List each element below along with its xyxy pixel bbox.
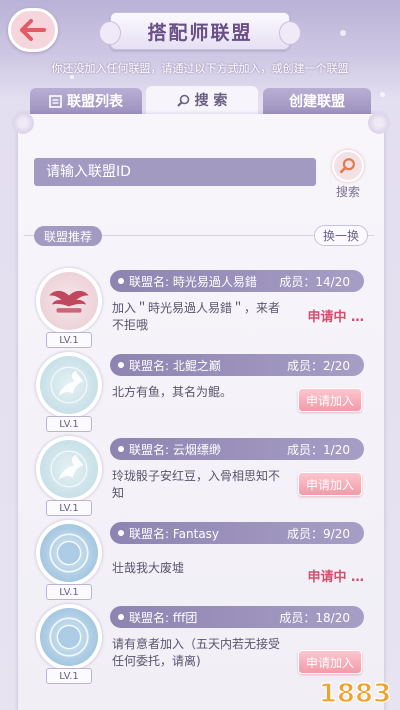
alliance-motto: 玲珑骰子安红豆，入骨相思知不知 (112, 469, 281, 500)
default-emblem-icon (49, 533, 89, 573)
phoenix-icon (50, 366, 88, 404)
alliance-motto: 北方有鱼，其名为鲲。 (112, 385, 233, 399)
rose-corner-decoration (368, 112, 390, 134)
member-count: 成员：18/20 (279, 610, 350, 625)
tab-alliance-list[interactable]: 联盟列表 (30, 88, 142, 114)
alliance-id-search-input[interactable] (34, 158, 316, 186)
member-count: 成员：9/20 (287, 526, 350, 541)
tab-create-alliance-label: 创建联盟 (289, 94, 345, 110)
level-badge: LV.1 (46, 584, 92, 600)
level-badge: LV.1 (46, 332, 92, 348)
alliance-card: LV.1 联盟名: 云烟缥缈 成员：1/20 玲珑骰子安红豆，入骨相思知不知 申… (26, 436, 376, 520)
alliance-name-bar: 联盟名: fff团 成员：18/20 (110, 606, 364, 628)
page-title: 搭配师联盟 (147, 21, 253, 44)
alliance-card: LV.1 联盟名: Fantasy 成员：9/20 壮哉我大废墟 申请中 … (26, 520, 376, 604)
join-notice: 你还没加入任何联盟，请通过以下方式加入，或创建一个联盟 (51, 62, 349, 75)
title-banner: 搭配师联盟 (99, 12, 301, 50)
search-button[interactable]: 搜索 (326, 150, 370, 208)
alliance-name-bar: 联盟名: 時光易過人易錯 成员：14/20 (110, 270, 364, 292)
rose-corner-decoration (12, 112, 34, 134)
apply-join-button[interactable]: 申请加入 (298, 650, 362, 674)
apply-join-button[interactable]: 申请加入 (298, 472, 362, 496)
list-icon (49, 94, 62, 108)
member-count: 成员：2/20 (287, 358, 350, 373)
default-emblem-icon (49, 617, 89, 657)
site-watermark-logo: 1883 (318, 678, 392, 709)
bullet-icon (118, 614, 124, 620)
tab-create-alliance[interactable]: 创建联盟 (263, 88, 371, 114)
search-icon (339, 158, 355, 174)
applying-status: 申请中 … (307, 570, 364, 585)
alliance-card: LV.1 联盟名: 時光易過人易錯 成员：14/20 加入＂時光易過人易錯＂，来… (26, 268, 376, 352)
bullet-icon (118, 278, 124, 284)
recommend-section-title: 联盟推荐 (34, 226, 103, 246)
alliance-name-bar: 联盟名: 云烟缥缈 成员：1/20 (110, 438, 364, 460)
level-badge: LV.1 (46, 416, 92, 432)
level-badge: LV.1 (46, 668, 92, 684)
sparkle-decoration (340, 30, 346, 36)
alliance-motto: 壮哉我大废墟 (112, 561, 185, 575)
alliance-name: 联盟名: Fantasy (129, 526, 220, 541)
refresh-button[interactable]: 换一换 (314, 225, 368, 246)
level-badge: LV.1 (46, 500, 92, 516)
tab-search-label: 搜 索 (194, 93, 228, 109)
blue-default-emblem (36, 604, 102, 670)
member-count: 成员：14/20 (279, 274, 350, 289)
phoenix-emblem (36, 436, 102, 502)
applying-status: 申请中 … (307, 310, 364, 325)
winged-crest-emblem (36, 268, 102, 334)
tab-search[interactable]: 搜 索 (146, 86, 258, 114)
alliance-name-bar: 联盟名: Fantasy 成员：9/20 (110, 522, 364, 544)
bullet-icon (118, 362, 124, 368)
alliance-card: LV.1 联盟名: 北鲲之巅 成员：2/20 北方有鱼，其名为鲲。 申请加入 (26, 352, 376, 436)
alliance-motto: 加入＂時光易過人易錯＂，来者不拒哦 (112, 301, 281, 332)
apply-join-button[interactable]: 申请加入 (298, 388, 362, 412)
back-button[interactable] (8, 8, 58, 52)
tab-alliance-list-label: 联盟列表 (67, 94, 123, 110)
search-button-label: 搜索 (335, 185, 360, 199)
alliance-name: 联盟名: 時光易過人易錯 (129, 274, 257, 289)
back-arrow-icon (20, 19, 46, 41)
tab-bar: 联盟列表 搜 索 创建联盟 (18, 86, 384, 114)
phoenix-icon (50, 450, 88, 488)
bullet-icon (118, 530, 124, 536)
winged-crest-icon (49, 290, 89, 313)
alliance-name: 联盟名: fff团 (129, 610, 198, 625)
phoenix-emblem (36, 352, 102, 418)
recommend-section-header: 联盟推荐 换一换 (24, 224, 374, 248)
alliance-name: 联盟名: 云烟缥缈 (129, 442, 221, 457)
alliance-name-bar: 联盟名: 北鲲之巅 成员：2/20 (110, 354, 364, 376)
alliance-motto: 请有意者加入（五天内若无接受任何委托，请离) (112, 637, 281, 668)
alliance-name: 联盟名: 北鲲之巅 (129, 358, 221, 373)
watermark-text: 1883 (319, 679, 391, 709)
member-count: 成员：1/20 (287, 442, 350, 457)
blue-default-emblem (36, 520, 102, 586)
bullet-icon (118, 446, 124, 452)
search-icon (176, 94, 189, 107)
